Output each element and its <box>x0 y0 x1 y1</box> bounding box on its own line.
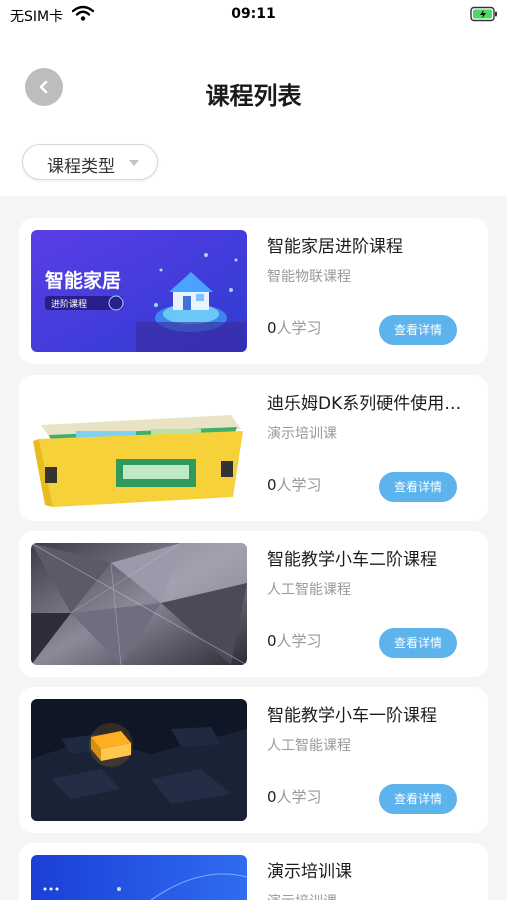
learner-count: 0人学习 <box>267 630 322 651</box>
view-details-button[interactable]: 查看详情 <box>379 784 457 814</box>
view-details-button[interactable]: 查看详情 <box>379 628 457 658</box>
course-card[interactable]: 演示培训课 演示培训课 <box>19 843 488 900</box>
thumb-subtitle: 进阶课程 <box>51 298 87 310</box>
course-thumbnail <box>31 699 247 821</box>
course-thumbnail <box>31 543 247 665</box>
learner-suffix: 人学习 <box>276 632 322 650</box>
course-category: 人工智能课程 <box>267 582 351 598</box>
course-category: 演示培训课 <box>267 426 337 442</box>
filter-label: 课程类型 <box>47 157 115 177</box>
learner-count: 0人学习 <box>267 474 322 495</box>
learner-number: 0 <box>267 632 277 650</box>
learner-number: 0 <box>267 319 277 337</box>
course-category: 演示培训课 <box>267 891 337 900</box>
course-thumbnail: 智能家居 进阶课程 <box>31 230 247 352</box>
view-details-button[interactable]: 查看详情 <box>379 315 457 345</box>
course-category: 人工智能课程 <box>267 738 351 754</box>
course-thumbnail <box>31 387 247 509</box>
course-thumbnail <box>31 855 247 900</box>
caret-down-icon <box>129 160 139 166</box>
status-bar: 无SIM卡 09:11 <box>0 0 507 30</box>
course-card[interactable]: 智能家居 进阶课程 智能家居进阶课程 智能物联课程 0人学习 查看详情 <box>19 218 488 364</box>
course-card[interactable]: 迪乐姆DK系列硬件使用课程 演示培训课 0人学习 查看详情 <box>19 375 488 521</box>
course-card[interactable]: 智能教学小车二阶课程 人工智能课程 0人学习 查看详情 <box>19 531 488 677</box>
learner-count: 0人学习 <box>267 786 322 807</box>
course-category: 智能物联课程 <box>267 269 351 285</box>
learner-number: 0 <box>267 788 277 806</box>
learner-number: 0 <box>267 476 277 494</box>
course-type-filter[interactable]: 课程类型 <box>22 144 158 180</box>
page-title: 课程列表 <box>205 82 302 110</box>
learner-suffix: 人学习 <box>276 788 322 806</box>
learner-suffix: 人学习 <box>276 476 322 494</box>
view-details-button[interactable]: 查看详情 <box>379 472 457 502</box>
clock-time: 09:11 <box>231 6 276 22</box>
learner-count: 0人学习 <box>267 317 322 338</box>
learner-suffix: 人学习 <box>276 319 322 337</box>
course-title: 迪乐姆DK系列硬件使用课程 <box>267 394 467 414</box>
battery-charging-icon <box>470 6 497 22</box>
course-title: 智能教学小车一阶课程 <box>267 706 437 726</box>
course-title: 智能教学小车二阶课程 <box>267 550 437 570</box>
course-card[interactable]: 智能教学小车一阶课程 人工智能课程 0人学习 查看详情 <box>19 687 488 833</box>
thumb-title: 智能家居 <box>45 269 121 292</box>
course-title: 智能家居进阶课程 <box>267 237 403 257</box>
course-title: 演示培训课 <box>267 862 352 882</box>
